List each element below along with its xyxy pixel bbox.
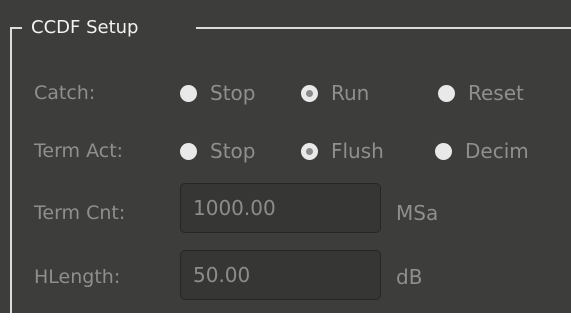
hlength-input[interactable] <box>180 250 381 300</box>
catch-radio-reset-label: Reset <box>468 81 524 105</box>
catch-radio-stop[interactable]: Stop <box>180 78 255 108</box>
catch-label: Catch: <box>34 82 96 104</box>
radio-unchecked-icon <box>180 142 197 160</box>
term-cnt-label: Term Cnt: <box>34 202 126 224</box>
catch-radio-stop-label: Stop <box>210 81 256 105</box>
term-act-radio-decim[interactable]: Decim <box>435 136 529 166</box>
hlength-label: HLength: <box>34 266 121 288</box>
catch-radio-run-label: Run <box>331 81 370 105</box>
term-act-radio-flush[interactable]: Flush <box>301 136 384 166</box>
term-act-radio-stop-label: Stop <box>210 139 256 163</box>
catch-radio-reset[interactable]: Reset <box>438 78 524 108</box>
term-cnt-input[interactable] <box>180 183 381 233</box>
group-frame-top <box>196 27 571 29</box>
catch-radio-run[interactable]: Run <box>301 78 369 108</box>
hlength-unit: dB <box>396 265 423 289</box>
term-act-radio-flush-label: Flush <box>331 139 384 163</box>
radio-unchecked-icon <box>180 84 197 102</box>
term-cnt-unit: MSa <box>396 201 439 225</box>
radio-checked-icon <box>301 84 318 102</box>
radio-checked-icon <box>301 142 318 160</box>
term-act-label: Term Act: <box>34 140 124 162</box>
panel-bottom-edge <box>0 313 571 322</box>
radio-unchecked-icon <box>438 84 455 102</box>
term-act-radio-stop[interactable]: Stop <box>180 136 255 166</box>
radio-unchecked-icon <box>435 142 452 160</box>
ccdf-setup-panel: CCDF Setup Catch: Stop Run Reset Term Ac… <box>0 0 571 322</box>
group-frame-left <box>10 27 12 315</box>
term-act-radio-decim-label: Decim <box>465 139 529 163</box>
group-title: CCDF Setup <box>31 17 139 38</box>
